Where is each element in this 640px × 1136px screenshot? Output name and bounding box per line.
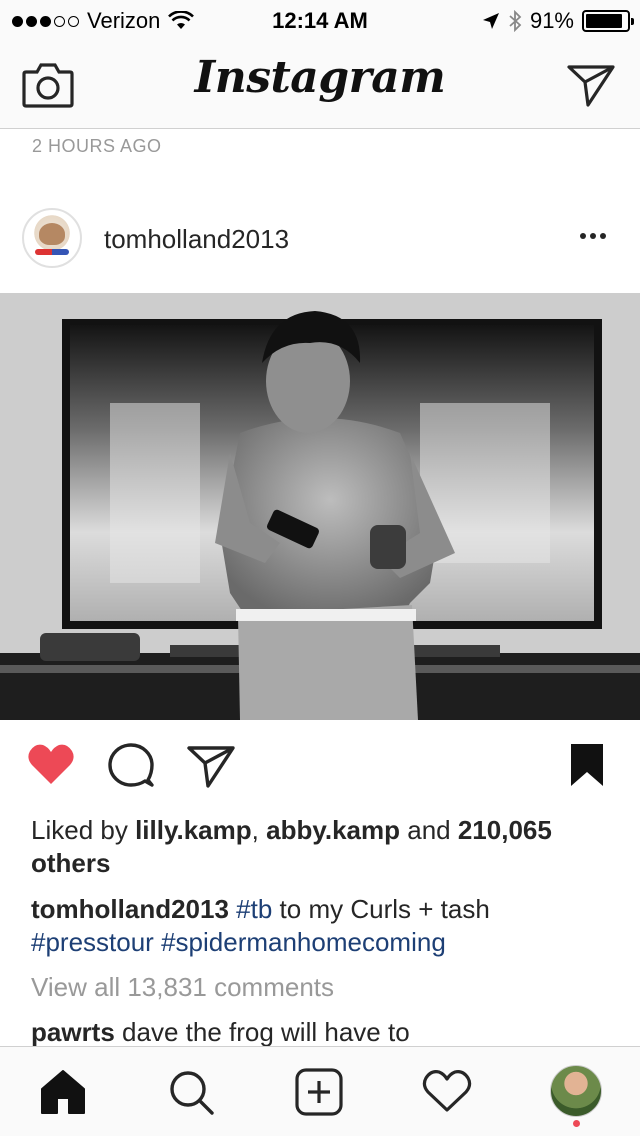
comment-bubble-icon[interactable]	[106, 740, 156, 790]
liker-1[interactable]: lilly.kamp	[135, 815, 252, 845]
search-icon[interactable]	[166, 1067, 216, 1117]
hashtag-presstour[interactable]: #presstour	[31, 927, 154, 957]
status-bar: Verizon 12:14 AM 91%	[0, 0, 640, 40]
post-username[interactable]: tomholland2013	[104, 224, 289, 255]
bookmark-icon[interactable]	[562, 740, 612, 790]
hashtag-spidermanhomecoming[interactable]: #spidermanhomecoming	[161, 927, 446, 957]
ellipsis-icon[interactable]	[580, 226, 610, 246]
status-right: 91%	[482, 8, 634, 34]
location-arrow-icon	[482, 13, 499, 29]
nav-header: Instagram	[0, 40, 640, 129]
battery-icon	[582, 10, 634, 32]
caption-text: to my Curls + tash	[272, 894, 490, 924]
home-icon[interactable]	[38, 1067, 88, 1117]
likes-summary: Liked by lilly.kamp, abby.kamp and 210,0…	[31, 814, 616, 880]
post-actions	[0, 740, 640, 800]
view-all-comments-link[interactable]: View all 13,831 comments	[31, 972, 334, 1003]
post-image	[0, 293, 640, 720]
comment-username[interactable]: pawrts	[31, 1017, 115, 1047]
battery-percent: 91%	[529, 8, 574, 33]
hashtag-tb[interactable]: #tb	[236, 894, 272, 924]
comment-preview: pawrts dave the frog will have to	[31, 1017, 410, 1048]
likes-count[interactable]: 210,065	[458, 815, 552, 845]
bluetooth-icon	[509, 10, 522, 32]
add-post-icon[interactable]	[294, 1067, 344, 1117]
liker-2[interactable]: abby.kamp	[266, 815, 400, 845]
avatar[interactable]	[22, 208, 82, 268]
caption-username[interactable]: tomholland2013	[31, 894, 229, 924]
profile-avatar[interactable]	[550, 1065, 602, 1117]
notification-dot	[573, 1120, 580, 1127]
comment-text: dave the frog will have to	[114, 1017, 410, 1047]
likes-prefix: Liked by	[31, 815, 136, 845]
instagram-logo: Instagram	[194, 52, 446, 103]
activity-heart-icon[interactable]	[422, 1067, 472, 1117]
bottom-tab-bar	[0, 1046, 640, 1136]
likes-others[interactable]: others	[31, 848, 110, 878]
heart-filled-icon[interactable]	[26, 740, 76, 790]
paper-plane-share-icon[interactable]	[186, 740, 236, 790]
post-photo[interactable]	[0, 293, 640, 720]
likes-and: and	[400, 815, 458, 845]
post-header: tomholland2013	[0, 208, 640, 272]
previous-post-timestamp: 2 HOURS AGO	[32, 136, 162, 156]
likes-separator: ,	[251, 815, 267, 845]
paper-plane-icon[interactable]	[566, 62, 616, 108]
post-caption: tomholland2013 #tb to my Curls + tash #p…	[31, 893, 616, 959]
